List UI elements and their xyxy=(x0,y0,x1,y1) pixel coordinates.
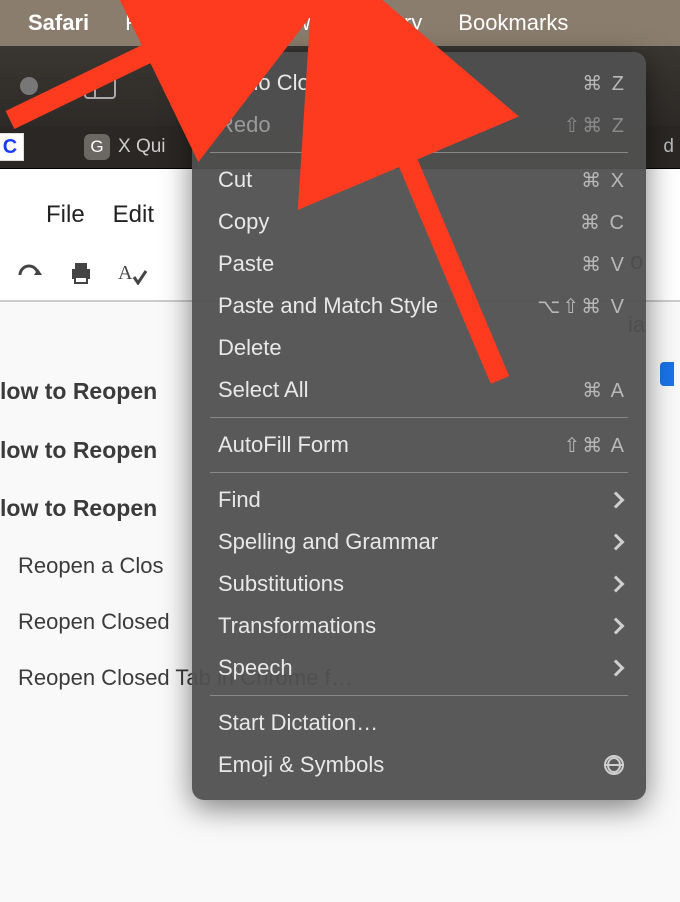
menu-item-paste-match-style[interactable]: Paste and Match Style⌥⇧⌘ V xyxy=(192,285,646,327)
menu-separator xyxy=(210,695,628,696)
menu-item-label: Paste and Match Style xyxy=(218,293,537,319)
menu-item-speech[interactable]: Speech xyxy=(192,647,646,689)
menu-item-label: Copy xyxy=(218,209,580,235)
print-icon[interactable] xyxy=(68,261,94,285)
chevron-right-icon xyxy=(608,534,625,551)
menu-item-label: Emoji & Symbols xyxy=(218,752,604,778)
menu-separator xyxy=(210,417,628,418)
menu-item-label: Substitutions xyxy=(218,571,610,597)
menu-item-label: Paste xyxy=(218,251,581,277)
menu-item-label: Redo xyxy=(218,112,563,138)
menu-item-delete[interactable]: Delete xyxy=(192,327,646,369)
menu-item-label: Spelling and Grammar xyxy=(218,529,610,555)
chevron-right-icon xyxy=(608,660,625,677)
menu-item-label: Speech xyxy=(218,655,610,681)
menu-separator xyxy=(210,472,628,473)
menu-item-shortcut: ⌘ V xyxy=(581,252,626,277)
menu-item-label: Delete xyxy=(218,335,626,361)
menu-item-copy[interactable]: Copy⌘ C xyxy=(192,201,646,243)
menubar-item-edit[interactable]: Edit xyxy=(179,4,253,42)
tab-title-fragment: d xyxy=(663,136,680,158)
menu-item-label: Transformations xyxy=(218,613,610,639)
tab-favicon[interactable]: C xyxy=(0,133,24,161)
menu-item-substitutions[interactable]: Substitutions xyxy=(192,563,646,605)
traffic-light[interactable] xyxy=(20,77,38,95)
spellcheck-icon[interactable]: A xyxy=(118,261,148,285)
svg-text:A: A xyxy=(118,262,133,284)
chevron-right-icon xyxy=(608,492,625,509)
menu-item-shortcut: ⌘ C xyxy=(580,210,626,235)
menu-item-find[interactable]: Find xyxy=(192,479,646,521)
menubar-app[interactable]: Safari xyxy=(10,4,107,42)
tab[interactable]: G X Qui xyxy=(84,134,166,160)
menu-item-label: Find xyxy=(218,487,610,513)
menu-item-autofill-form[interactable]: AutoFill Form⇧⌘ A xyxy=(192,424,646,466)
menu-item-shortcut: ⌘ A xyxy=(582,378,626,403)
menu-item-label: Start Dictation… xyxy=(218,710,626,736)
menu-item-label: Undo Close Tab xyxy=(218,70,582,96)
doc-menu-file[interactable]: File xyxy=(46,201,85,229)
menu-item-shortcut: ⌘ X xyxy=(581,168,626,193)
menu-item-shortcut: ⇧⌘ Z xyxy=(563,113,626,138)
menu-separator xyxy=(210,152,628,153)
menu-item-shortcut: ⇧⌘ A xyxy=(563,433,626,458)
menu-item-shortcut: ⌘ Z xyxy=(582,71,626,96)
sidebar-toggle-icon[interactable] xyxy=(84,73,116,99)
menu-item-start-dictation[interactable]: Start Dictation… xyxy=(192,702,646,744)
menu-item-label: Cut xyxy=(218,167,581,193)
globe-icon xyxy=(604,755,624,775)
menu-item-undo-close-tab[interactable]: Undo Close Tab ⌘ Z xyxy=(192,62,646,104)
menu-item-cut[interactable]: Cut⌘ X xyxy=(192,159,646,201)
menubar: Safari File Edit View History Bookmarks xyxy=(0,0,680,46)
chevron-right-icon xyxy=(608,576,625,593)
tab-favicon: G xyxy=(84,134,110,160)
menubar-item-history[interactable]: History xyxy=(336,4,440,42)
comment-indicator-icon[interactable] xyxy=(660,362,674,386)
menu-item-paste[interactable]: Paste⌘ V xyxy=(192,243,646,285)
menubar-item-file[interactable]: File xyxy=(107,4,178,42)
menu-item-emoji-symbols[interactable]: Emoji & Symbols xyxy=(192,744,646,786)
menubar-item-view[interactable]: View xyxy=(253,4,336,42)
chevron-right-icon xyxy=(608,618,625,635)
redo-icon[interactable] xyxy=(18,263,44,283)
menu-item-spelling-grammar[interactable]: Spelling and Grammar xyxy=(192,521,646,563)
menu-item-redo: Redo ⇧⌘ Z xyxy=(192,104,646,146)
menu-item-select-all[interactable]: Select All⌘ A xyxy=(192,369,646,411)
menubar-item-bookmarks[interactable]: Bookmarks xyxy=(440,4,586,42)
menu-item-label: AutoFill Form xyxy=(218,432,563,458)
menu-item-label: Select All xyxy=(218,377,582,403)
menu-item-shortcut: ⌥⇧⌘ V xyxy=(537,294,626,319)
edit-menu-dropdown: Undo Close Tab ⌘ Z Redo ⇧⌘ Z Cut⌘ X Copy… xyxy=(192,52,646,800)
doc-menu-edit[interactable]: Edit xyxy=(113,201,154,229)
menu-item-transformations[interactable]: Transformations xyxy=(192,605,646,647)
tab-title: X Qui xyxy=(118,136,166,158)
